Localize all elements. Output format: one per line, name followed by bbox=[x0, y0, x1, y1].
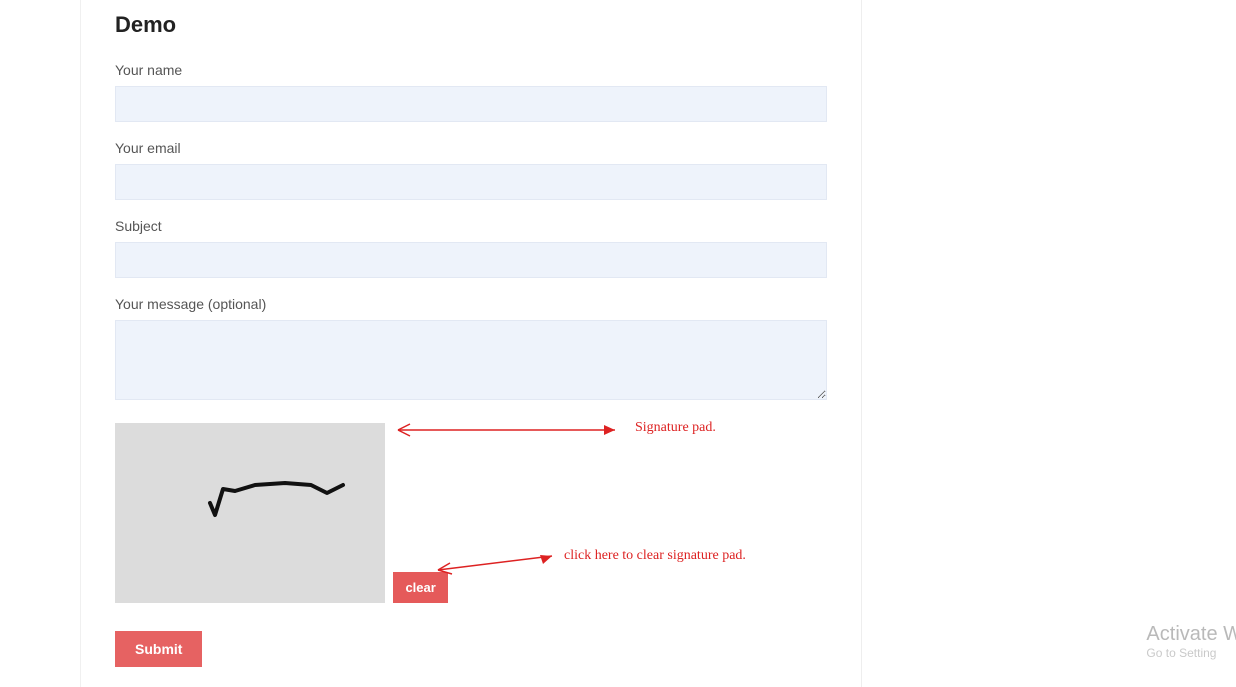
message-textarea[interactable] bbox=[115, 320, 827, 400]
email-input[interactable] bbox=[115, 164, 827, 200]
signature-stroke-icon bbox=[115, 423, 385, 603]
field-row-email: Your email bbox=[115, 140, 827, 200]
submit-button[interactable]: Submit bbox=[115, 631, 202, 667]
watermark-subtitle: Go to Setting bbox=[1146, 646, 1236, 660]
content-card: Demo Your name Your email Subject Your m… bbox=[80, 0, 862, 687]
clear-button[interactable]: clear bbox=[393, 572, 447, 603]
subject-label: Subject bbox=[115, 218, 827, 234]
name-label: Your name bbox=[115, 62, 827, 78]
watermark-title: Activate W bbox=[1146, 623, 1236, 646]
subject-input[interactable] bbox=[115, 242, 827, 278]
field-row-name: Your name bbox=[115, 62, 827, 122]
message-label: Your message (optional) bbox=[115, 296, 827, 312]
windows-activation-watermark: Activate W Go to Setting bbox=[1146, 623, 1236, 660]
field-row-message: Your message (optional) bbox=[115, 296, 827, 405]
name-input[interactable] bbox=[115, 86, 827, 122]
field-row-subject: Subject bbox=[115, 218, 827, 278]
page-title: Demo bbox=[115, 12, 827, 38]
signature-section: clear bbox=[115, 423, 827, 603]
signature-pad[interactable] bbox=[115, 423, 385, 603]
email-label: Your email bbox=[115, 140, 827, 156]
